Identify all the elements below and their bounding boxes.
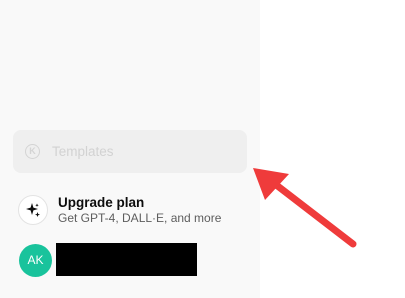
page: K Templates Upgrade plan Get GPT-4, DALL… bbox=[0, 0, 405, 298]
sidebar-item-label: Templates bbox=[52, 144, 114, 159]
avatar: AK bbox=[19, 243, 52, 277]
sparkle-icon bbox=[18, 195, 48, 225]
upgrade-text: Upgrade plan Get GPT-4, DALL·E, and more bbox=[58, 194, 221, 226]
upgrade-plan-button[interactable]: Upgrade plan Get GPT-4, DALL·E, and more bbox=[15, 188, 247, 232]
account-menu-button[interactable]: AK bbox=[19, 242, 249, 277]
sidebar-item-templates[interactable]: K Templates bbox=[13, 130, 247, 173]
upgrade-subtitle: Get GPT-4, DALL·E, and more bbox=[58, 211, 222, 225]
sidebar: K Templates Upgrade plan Get GPT-4, DALL… bbox=[0, 0, 260, 298]
annotation-arrow-icon bbox=[253, 168, 357, 248]
redacted-username bbox=[56, 242, 197, 276]
templates-icon: K bbox=[25, 144, 40, 159]
upgrade-title: Upgrade plan bbox=[58, 195, 145, 210]
